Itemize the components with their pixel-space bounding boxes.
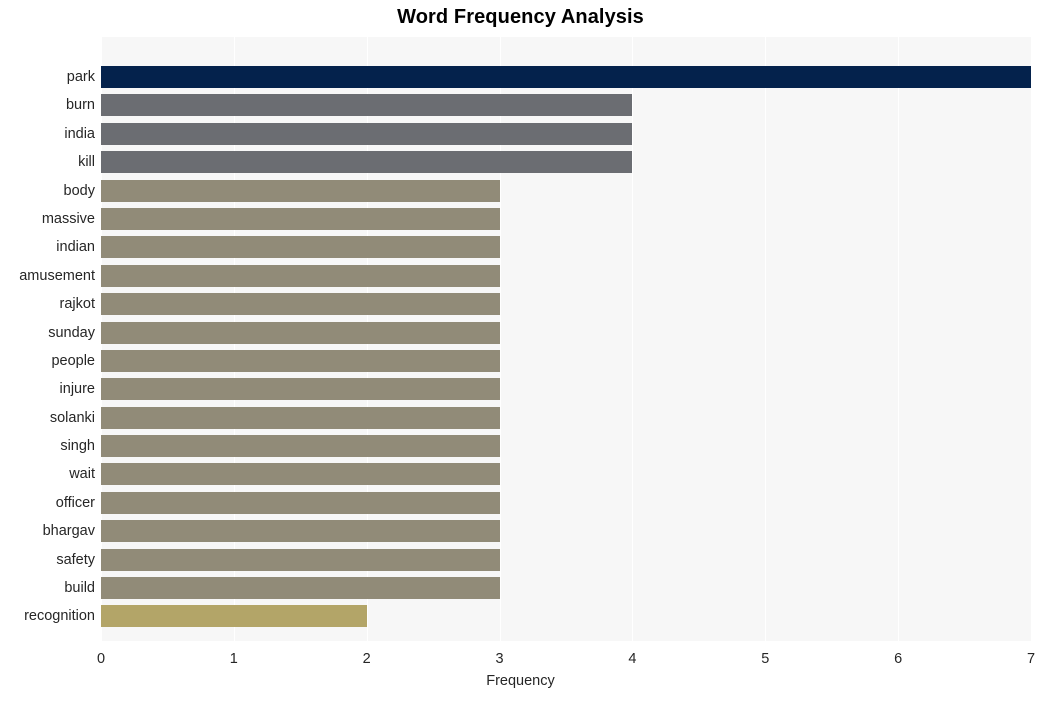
y-axis-tick-label: injure [59,381,95,398]
chart-figure: Word Frequency Analysis park burn india kil… [0,0,1041,701]
y-axis-tick-label: officer [55,494,95,511]
x-axis-tick-label: 4 [628,651,637,667]
x-axis-tick-label: 3 [495,651,504,667]
y-axis-tick-label: bhargav [42,523,95,540]
bar[interactable] [101,151,633,174]
y-axis-tick-label: kill [78,154,95,171]
bar[interactable] [101,264,500,287]
bar-row[interactable] [101,290,1031,318]
bar-row[interactable] [101,517,1031,545]
bar-row[interactable] [101,574,1031,602]
x-axis-tick-label: 0 [96,651,106,667]
bar[interactable] [101,406,500,429]
bar[interactable] [101,378,500,401]
bar-row[interactable] [101,262,1031,290]
bar[interactable] [101,179,500,202]
bar-row[interactable] [101,91,1031,119]
y-axis-tick-label: park [66,69,95,86]
bar[interactable] [101,491,500,514]
y-axis-tick-label: build [64,580,95,596]
bar-row[interactable] [101,602,1031,630]
y-axis-tick-label: amusement [19,267,95,284]
x-gridline [1031,37,1032,641]
bar[interactable] [101,435,500,458]
y-axis-tick-labels: park burn india kill body massive indian amusem… [0,37,95,641]
bar[interactable] [101,94,633,117]
y-axis-tick-label: rajkot [59,296,95,313]
y-axis-tick-label: body [63,182,95,199]
bar-row[interactable] [101,177,1031,205]
bar[interactable] [101,208,500,231]
y-axis-tick-label: wait [69,466,95,483]
bar-row[interactable] [101,546,1031,574]
bar[interactable] [101,321,500,344]
y-axis-tick-label: recognition [24,608,95,625]
y-axis-tick-label: india [64,125,95,142]
y-axis-tick-label: burn [65,97,95,114]
bar[interactable] [101,605,367,628]
bar[interactable] [101,548,500,571]
x-axis-tick-label: 6 [894,651,903,667]
y-axis-tick-label: people [51,352,95,369]
bar-row[interactable] [101,432,1031,460]
bar[interactable] [101,293,500,316]
bar[interactable] [101,463,500,486]
bar[interactable] [101,122,633,145]
bar[interactable] [101,349,500,372]
bar-row[interactable] [101,375,1031,403]
bar-row[interactable] [101,404,1031,432]
bar-row[interactable] [101,489,1031,517]
bar[interactable] [101,577,500,599]
bar-row[interactable] [101,120,1031,148]
bar[interactable] [101,236,500,259]
bar-row[interactable] [101,63,1031,91]
y-axis-tick-label: safety [56,551,95,568]
x-axis-tick-label: 2 [362,651,371,667]
y-axis-tick-label: sunday [48,324,95,341]
y-axis-tick-label: singh [60,438,95,455]
bar-row[interactable] [101,233,1031,261]
bar-row[interactable] [101,205,1031,233]
bar[interactable] [101,520,500,543]
plot-area [101,37,1032,641]
x-axis-tick-label: 1 [229,651,238,667]
x-axis-tick-label: 5 [761,651,770,667]
x-axis-tick-labels: 0 1 2 3 4 5 6 7 [0,648,1041,670]
bar-row[interactable] [101,319,1031,347]
bar-row[interactable] [101,460,1031,488]
y-axis-tick-label: solanki [49,409,95,426]
bar-row[interactable] [101,148,1031,176]
bar-row[interactable] [101,347,1031,375]
y-axis-tick-label: massive [41,211,95,228]
bar[interactable] [101,66,1031,89]
chart-title: Word Frequency Analysis [397,6,644,28]
y-axis-tick-label: indian [56,239,95,256]
x-axis-label: Frequency [486,673,555,689]
x-axis-tick-label: 7 [1026,651,1036,667]
